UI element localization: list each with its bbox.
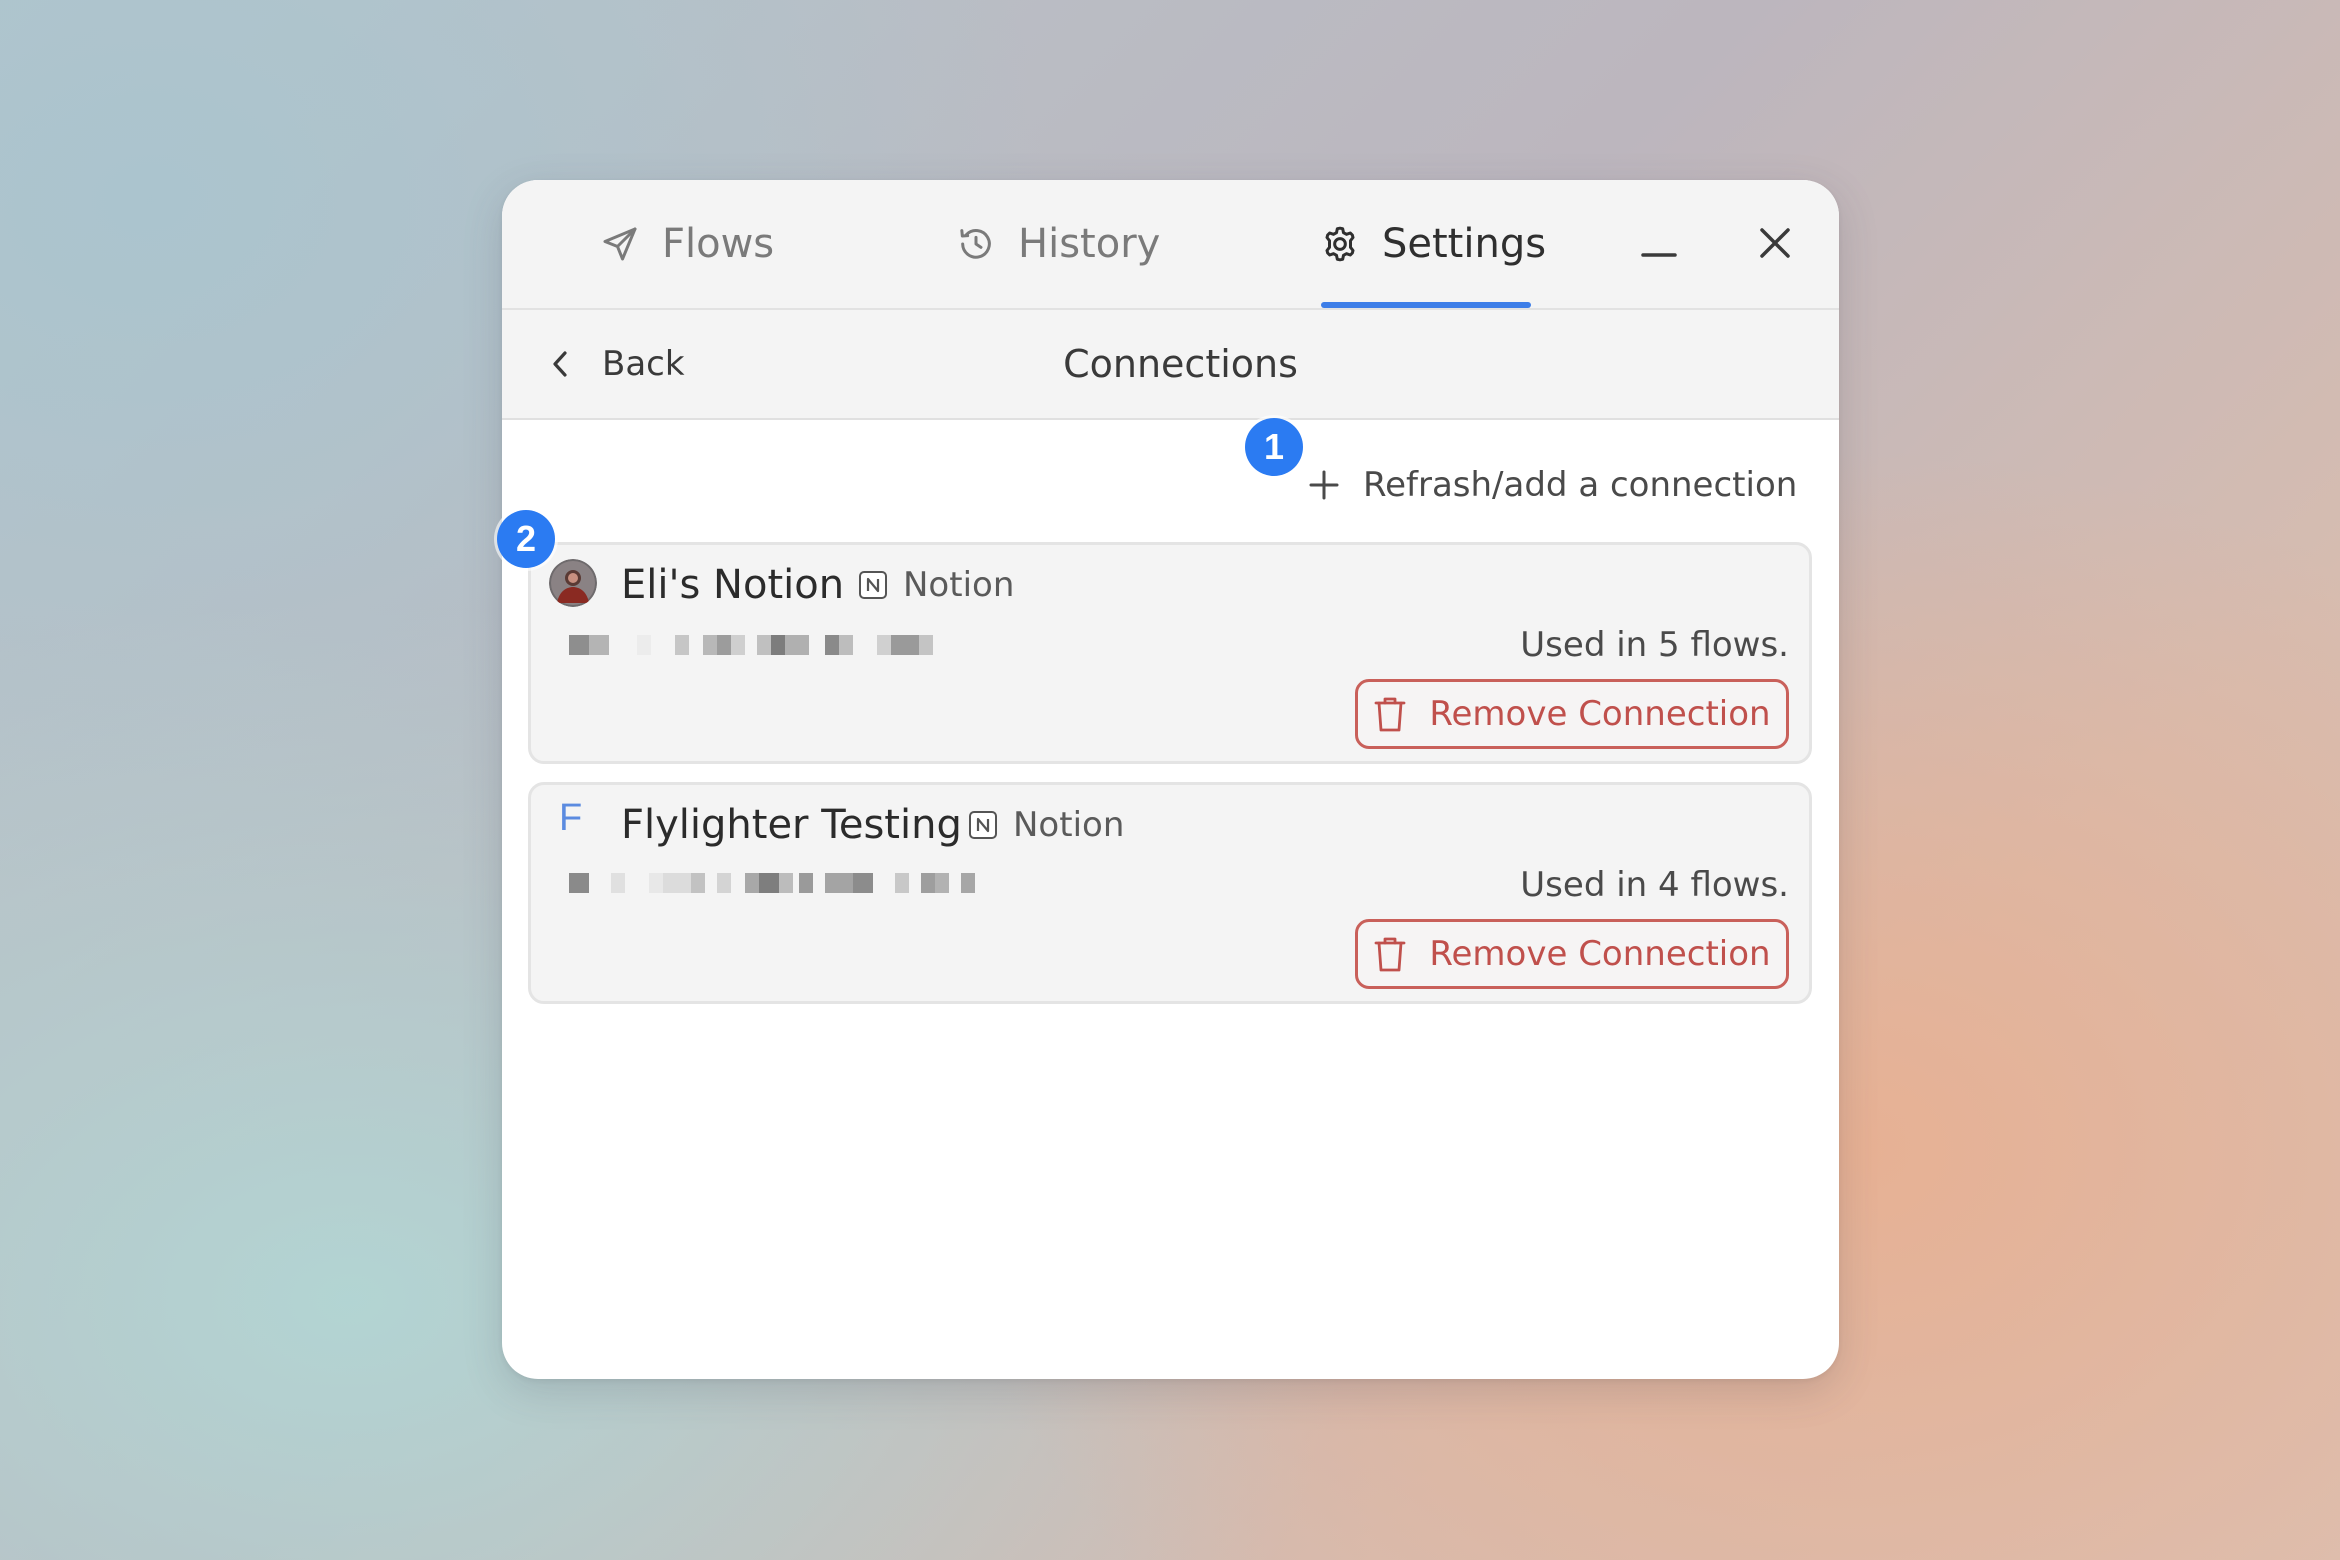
notion-icon [859, 571, 887, 599]
trash-icon [1375, 937, 1406, 972]
notion-icon [969, 811, 997, 839]
tab-history[interactable]: History [956, 180, 1160, 308]
tab-flows-label: Flows [662, 221, 775, 267]
minimize-icon [1641, 253, 1677, 257]
usage-count: Used in 4 flows. [1520, 865, 1789, 905]
remove-connection-label: Remove Connection [1429, 694, 1771, 734]
step-badge-2: 2 [497, 510, 555, 568]
tab-bar: Flows History Settings [502, 180, 1839, 310]
active-tab-indicator [1321, 302, 1531, 308]
step-badge-1: 1 [1245, 418, 1303, 476]
trash-icon [1375, 697, 1406, 732]
tab-settings[interactable]: Settings [1320, 180, 1546, 308]
close-icon [1760, 228, 1790, 258]
add-connection-button[interactable]: Refrash/add a connection [1307, 460, 1797, 510]
close-button[interactable] [1742, 210, 1808, 276]
app-window: Flows History Settings Back Connections … [502, 180, 1839, 1379]
connection-service-label: Notion [1013, 805, 1125, 845]
avatar: F [559, 797, 583, 839]
paper-plane-icon [603, 227, 637, 261]
usage-count: Used in 5 flows. [1520, 625, 1789, 665]
gear-icon [1325, 226, 1355, 262]
add-connection-label: Refrash/add a connection [1363, 465, 1798, 505]
tab-settings-label: Settings [1382, 221, 1547, 267]
connection-service: Notion [967, 803, 1124, 847]
minimize-button[interactable] [1626, 210, 1692, 276]
connection-name: Flylighter Testing [621, 802, 962, 848]
connection-service-label: Notion [903, 565, 1015, 605]
connection-service: Notion [857, 563, 1014, 607]
history-icon [960, 229, 991, 259]
page-title: Connections [1063, 342, 1298, 386]
connections-header: Back Connections [502, 310, 1839, 420]
tab-flows[interactable]: Flows [600, 180, 774, 308]
remove-connection-label: Remove Connection [1429, 934, 1771, 974]
avatar [549, 559, 597, 607]
tab-history-label: History [1018, 221, 1161, 267]
plus-icon [1309, 470, 1339, 500]
remove-connection-button[interactable]: Remove Connection [1355, 679, 1789, 749]
connection-name: Eli's Notion [621, 562, 845, 608]
remove-connection-button[interactable]: Remove Connection [1355, 919, 1789, 989]
connection-card: Eli's Notion Notion Used in 5 flows. Rem… [528, 542, 1812, 764]
connection-card: F Flylighter Testing Notion Used in 4 fl… [528, 782, 1812, 1004]
